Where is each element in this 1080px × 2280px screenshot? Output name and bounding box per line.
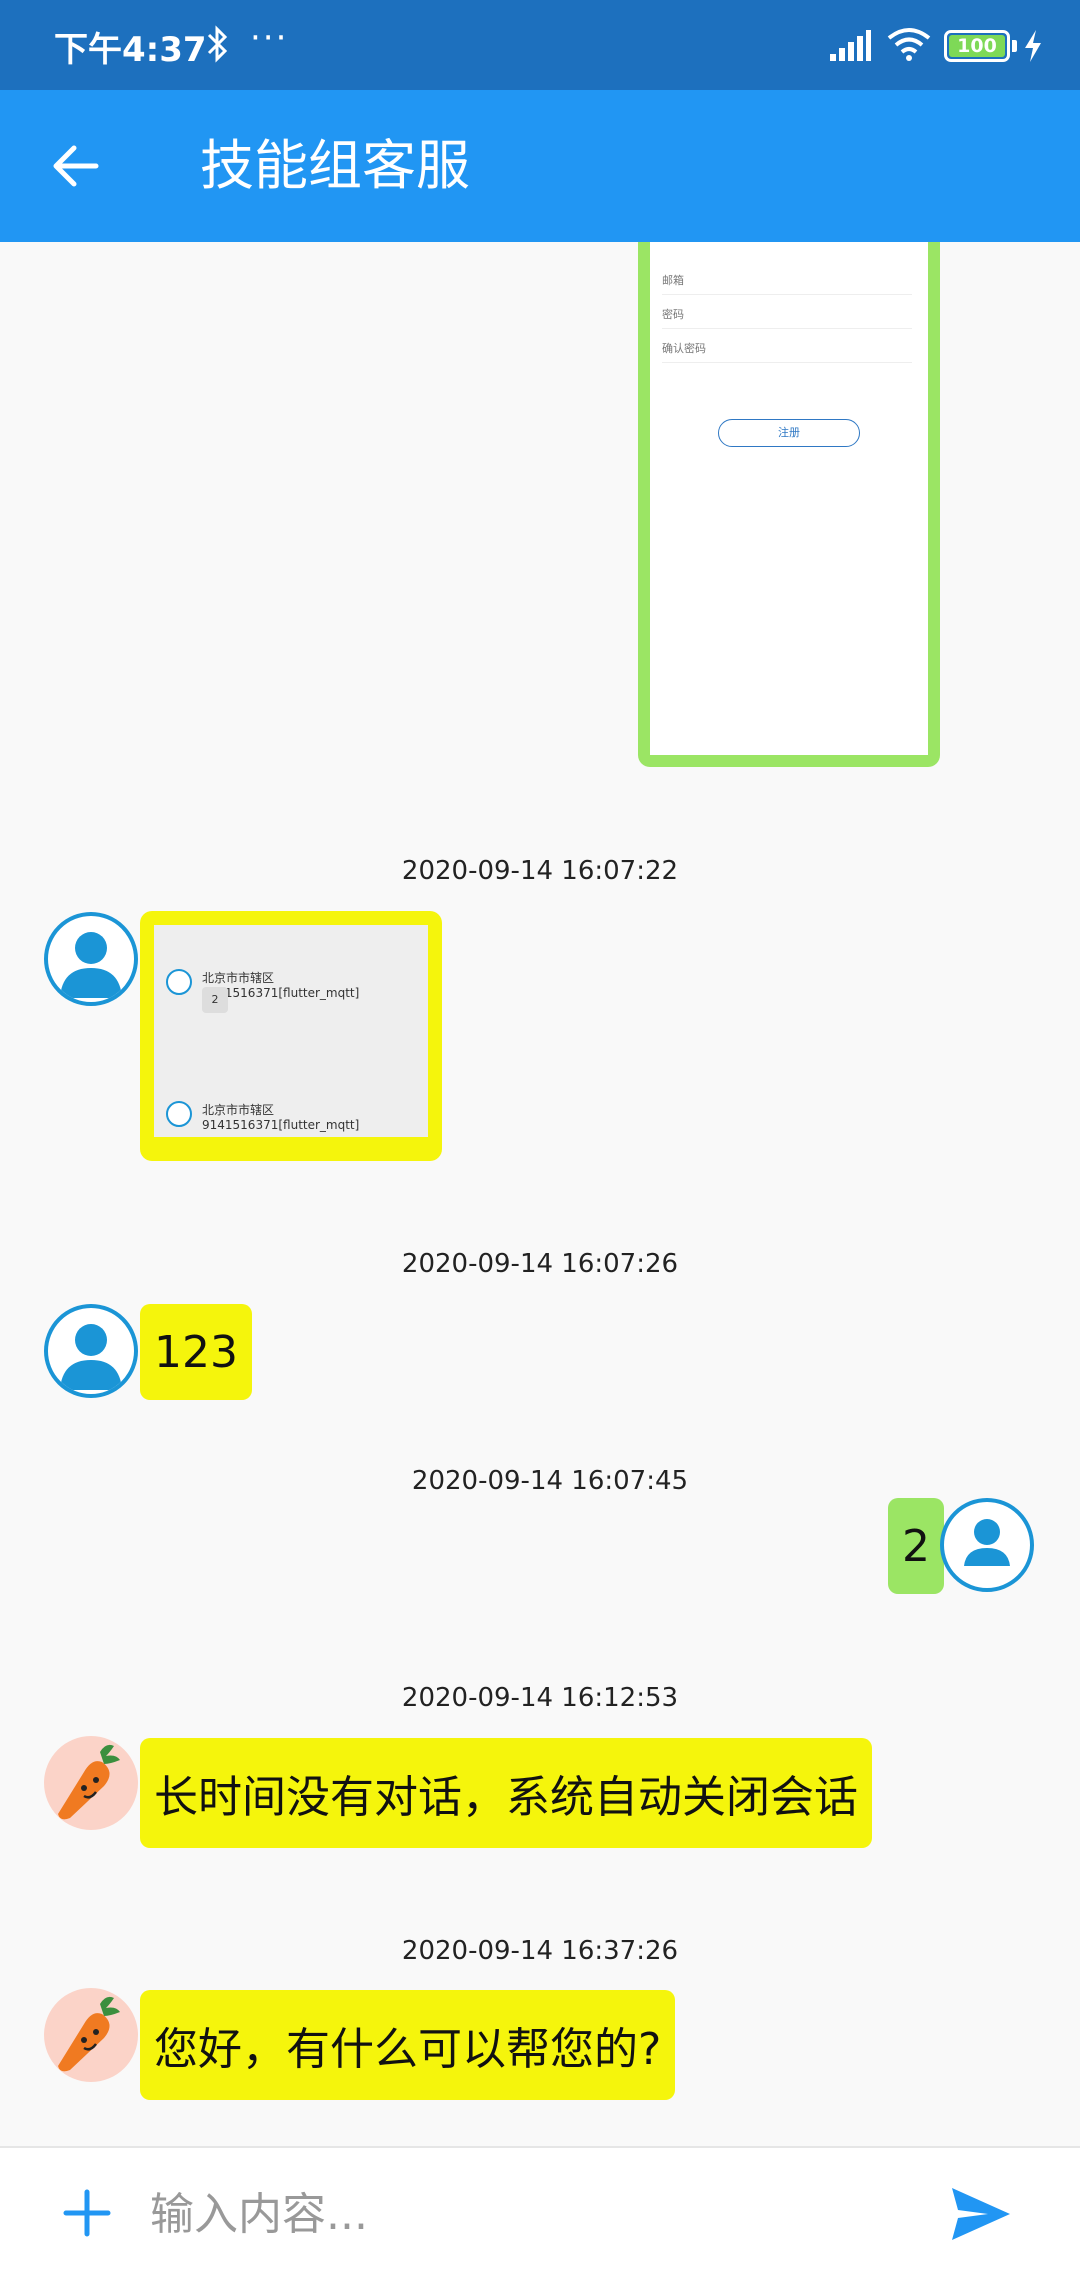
message-timestamp: 2020-09-14 16:12:53 [401,1683,679,1713]
input-bar [0,2146,1080,2280]
preview-avatar [166,969,192,995]
preview-password-field: 密码 [662,306,912,329]
bot-avatar[interactable] [44,1988,138,2082]
message-bubble[interactable]: 长时间没有对话，系统自动关闭会话 [140,1738,872,1848]
person-icon [964,1519,1010,1566]
arrow-left-icon [53,145,99,187]
preview-message-bubble: 2 [202,987,228,1013]
chat-list[interactable]: 邮箱 密码 确认密码 注册 2020-09-14 16:07:22 北京市市辖区… [0,242,1080,2146]
message-bubble[interactable]: 123 [140,1304,252,1400]
message-timestamp: 2020-09-14 16:37:26 [401,1936,679,1966]
preview-email-field: 邮箱 [662,272,912,295]
my-message-bubble[interactable]: 2 [888,1498,944,1594]
bluetooth-icon [205,24,231,68]
back-button[interactable] [44,134,108,198]
avatar[interactable] [44,912,138,1006]
plus-icon [63,2189,111,2237]
message-timestamp: 2020-09-14 16:07:22 [401,856,679,886]
my-avatar[interactable] [940,1498,1034,1592]
app-bar: 技能组客服 [0,90,1080,242]
message-timestamp: 2020-09-14 16:07:26 [401,1249,679,1279]
wifi-icon [886,26,932,66]
received-image-preview: 北京市市辖区9141516371[flutter_mqtt] 2 北京市市辖区9… [154,925,428,1137]
carrot-icon [58,1996,120,2072]
page-title: 技能组客服 [200,134,470,197]
message-input[interactable] [150,2176,910,2252]
carrot-icon [58,1744,120,1820]
avatar[interactable] [44,1304,138,1398]
person-icon [60,932,122,998]
lightning-icon [1022,28,1044,68]
message-bubble[interactable]: 您好，有什么可以帮您的? [140,1990,676,2100]
battery-icon: 100 [944,30,1010,62]
add-attachment-button[interactable] [62,2188,112,2238]
received-image-message[interactable]: 北京市市辖区9141516371[flutter_mqtt] 2 北京市市辖区9… [140,911,442,1161]
sent-image-preview: 邮箱 密码 确认密码 注册 [650,242,928,755]
message-timestamp: 2020-09-14 16:07:45 [411,1466,689,1496]
preview-sender-label: 北京市市辖区9141516371[flutter_mqtt] [202,971,360,1000]
preview-register-button: 注册 [718,419,860,447]
send-icon [952,2188,1010,2240]
bot-avatar[interactable] [44,1736,138,1830]
status-bar: 下午4:37 ··· 100 [0,0,1080,90]
signal-icon [828,28,872,66]
send-button[interactable] [950,2186,1012,2242]
sent-image-message[interactable]: 邮箱 密码 确认密码 注册 [638,242,940,767]
battery-level: 100 [949,35,1005,57]
more-notifications-icon: ··· [250,18,289,58]
person-icon [60,1324,122,1390]
preview-sender-label: 北京市市辖区9141516371[flutter_mqtt] [202,1103,360,1132]
status-time: 下午4:37 [54,30,207,70]
preview-confirm-password-field: 确认密码 [662,340,912,363]
preview-avatar [166,1101,192,1127]
battery-tip [1012,40,1017,52]
